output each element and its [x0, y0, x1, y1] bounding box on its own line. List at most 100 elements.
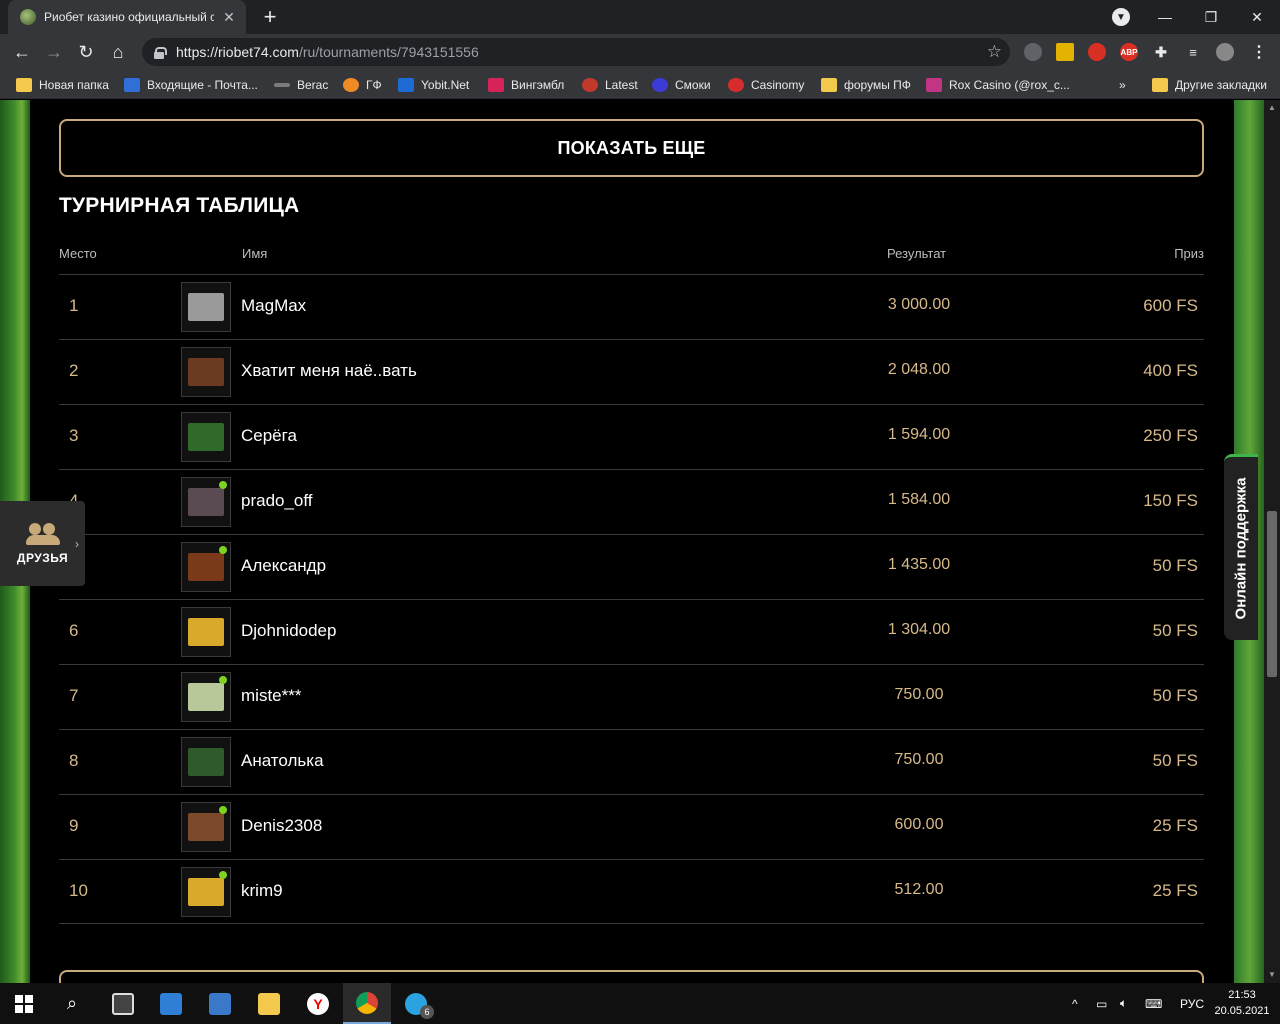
bookmark-item[interactable]: Вингэмбл [488, 76, 564, 94]
folder-icon [821, 78, 837, 92]
mail-taskbar-icon[interactable] [147, 983, 195, 1024]
smoki-icon [652, 78, 668, 92]
site-favicon-icon [20, 9, 36, 25]
back-icon[interactable]: ← [10, 40, 34, 64]
player-name: MagMax [241, 296, 307, 315]
friends-label: ДРУЗЬЯ [16, 550, 69, 565]
chrome-taskbar-icon[interactable] [343, 983, 391, 1024]
other-bookmarks-folder[interactable]: Другие закладки [1152, 76, 1267, 94]
scrollbar-thumb[interactable] [1267, 511, 1277, 677]
online-support-label: Онлайн поддержка [1232, 477, 1250, 620]
new-tab-button[interactable]: + [258, 5, 282, 29]
close-window-button[interactable]: ✕ [1234, 0, 1280, 34]
chevron-right-icon: › [75, 537, 79, 551]
column-header-place: Место [59, 246, 97, 261]
volume-icon[interactable]: 🔈︎ [1120, 983, 1127, 1024]
address-bar[interactable]: https://riobet74.com/ru/tournaments/7943… [142, 38, 1010, 66]
table-row: 1 MagMax 3 000.00 600 FS [59, 274, 1204, 339]
bookmark-item[interactable]: форумы ПФ [821, 76, 911, 94]
browser-tab-bar: Риобет казино официальный са ✕ + ▼ — ❐ ✕ [0, 0, 1280, 34]
restore-button[interactable]: ❐ [1188, 0, 1234, 34]
online-status-icon [219, 806, 227, 814]
bookmark-item[interactable]: Yobit.Net [398, 76, 469, 94]
online-status-icon [219, 676, 227, 684]
prize-cell: 50 FS [1152, 751, 1198, 770]
telegram-taskbar-icon[interactable]: 6 [392, 983, 440, 1024]
profile-avatar[interactable] [1216, 43, 1234, 61]
bookmark-item[interactable]: ГФ [343, 76, 382, 94]
bookmarks-bar: Новая папка Входящие - Почта... Berac ГФ… [0, 70, 1280, 99]
language-indicator[interactable]: РУС [1180, 983, 1204, 1024]
bookmark-item[interactable]: Rox Casino (@rox_c... [926, 76, 1070, 94]
avatar-image [188, 358, 224, 386]
clock-date: 20.05.2021 [1214, 1005, 1270, 1017]
column-header-name: Имя [242, 246, 268, 261]
bookmark-item[interactable]: Berac [274, 76, 328, 94]
scroll-down-icon[interactable]: ▼ [1264, 967, 1280, 983]
avatar [181, 542, 231, 592]
show-more-button[interactable]: ПОКАЗАТЬ ЕЩЕ [59, 119, 1204, 177]
folder-icon [16, 78, 32, 92]
reload-icon[interactable]: ↻ [74, 40, 98, 64]
video-editor-taskbar-icon[interactable] [99, 983, 147, 1024]
result-cell: 2 048.00 [887, 361, 951, 378]
telegram-badge: 6 [420, 1005, 434, 1019]
result-cell: 1 304.00 [887, 621, 951, 638]
bookmark-item[interactable]: Latest [582, 76, 638, 94]
home-icon[interactable]: ⌂ [106, 40, 130, 64]
translate-extension-icon[interactable] [1024, 43, 1042, 61]
avatar-image [188, 878, 224, 906]
forward-icon[interactable]: → [42, 40, 66, 64]
adblock-extension-icon[interactable] [1088, 43, 1106, 61]
keyboard-icon[interactable]: ⌨︎ [1145, 983, 1162, 1024]
player-name: krim9 [241, 881, 283, 900]
browser-tab[interactable]: Риобет казино официальный са ✕ [8, 0, 246, 34]
network-icon[interactable]: ▭ [1096, 983, 1107, 1024]
avatar [181, 282, 231, 332]
prize-cell: 400 FS [1143, 361, 1198, 380]
file-explorer-taskbar-icon[interactable] [245, 983, 293, 1024]
prize-cell: 250 FS [1143, 426, 1198, 445]
column-header-prize: Приз [1174, 246, 1204, 261]
menu-kebab-icon[interactable]: ⋮ [1250, 43, 1268, 61]
avatar [181, 867, 231, 917]
player-name: Хватит меня наё..вать [241, 361, 417, 380]
bottom-button[interactable] [59, 970, 1204, 983]
result-cell: 600.00 [894, 816, 944, 833]
prize-cell: 50 FS [1152, 686, 1198, 705]
table-row: 4prado_off1 584.00150 FS [59, 469, 1204, 534]
bookmark-item[interactable]: Новая папка [16, 76, 109, 94]
online-support-button[interactable]: Онлайн поддержка [1224, 454, 1258, 640]
avatar [181, 412, 231, 462]
berac-icon [274, 83, 290, 87]
scrollbar[interactable]: ▲ ▼ [1264, 100, 1280, 983]
windows-start-icon[interactable] [0, 983, 48, 1024]
show-hidden-icons[interactable]: ^ [1072, 983, 1078, 1024]
flag-extension-icon[interactable] [1056, 43, 1074, 61]
bookmark-item[interactable]: Casinomy [728, 76, 804, 94]
scroll-up-icon[interactable]: ▲ [1264, 100, 1280, 116]
extensions-puzzle-icon[interactable]: ✚ [1152, 43, 1170, 61]
table-row: 6 Djohnidodep 1 304.00 50 FS [59, 599, 1204, 664]
system-clock[interactable]: 21:53 20.05.2021 [1212, 987, 1272, 1019]
tab-search-icon[interactable]: ▼ [1112, 8, 1130, 26]
minimize-button[interactable]: — [1142, 0, 1188, 34]
more-bookmarks-button[interactable]: » [1119, 76, 1126, 94]
avatar-image [188, 683, 224, 711]
close-tab-icon[interactable]: ✕ [220, 9, 238, 26]
bookmark-item[interactable]: Смоки [652, 76, 711, 94]
avatar [181, 737, 231, 787]
bookmark-item[interactable]: Входящие - Почта... [124, 76, 258, 94]
yandex-browser-taskbar-icon[interactable]: Y [294, 983, 342, 1024]
player-name: Denis2308 [241, 816, 323, 835]
bookmark-star-icon[interactable]: ☆ [987, 42, 1002, 62]
rank-cell: 1 [69, 296, 79, 315]
media-control-icon[interactable]: ≡ [1184, 43, 1202, 61]
tab-title: Риобет казино официальный са [44, 10, 214, 24]
abp-extension-icon[interactable]: ABP [1120, 43, 1138, 61]
friends-panel-button[interactable]: ДРУЗЬЯ › [0, 501, 85, 586]
avatar-image [188, 423, 224, 451]
instagram-icon [926, 78, 942, 92]
calculator-taskbar-icon[interactable] [196, 983, 244, 1024]
search-icon[interactable]: ⌕ [48, 983, 96, 1024]
